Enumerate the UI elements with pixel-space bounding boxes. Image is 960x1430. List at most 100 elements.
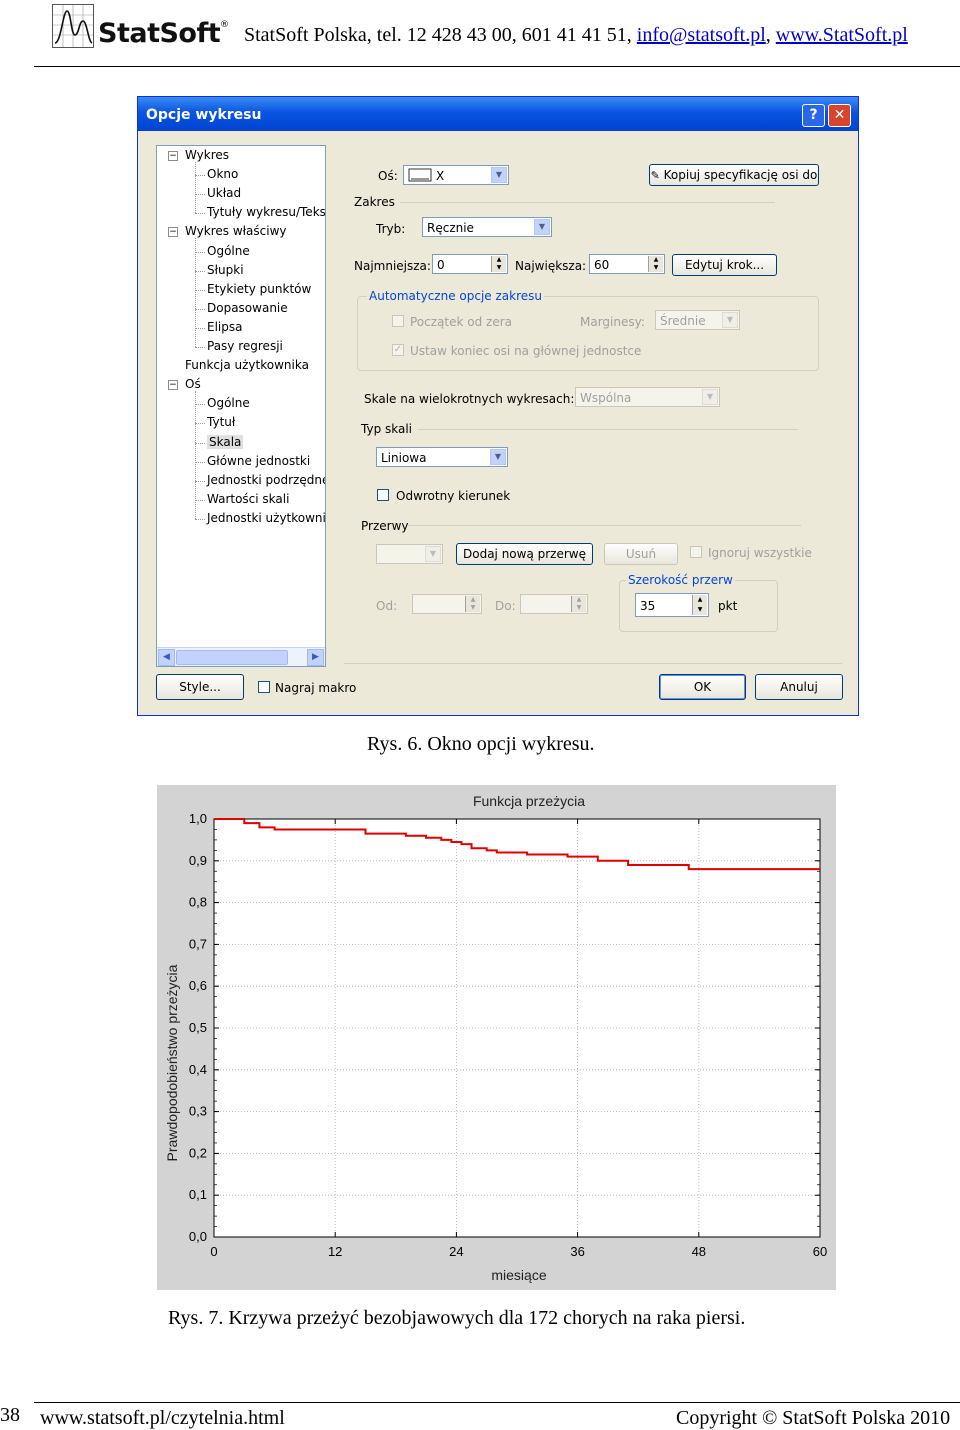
- tree-item[interactable]: Skala: [207, 434, 244, 449]
- mode-select[interactable]: Ręcznie ▼: [422, 217, 552, 237]
- tree-item[interactable]: Jednostki użytkownil: [207, 511, 325, 525]
- tree-connector: [195, 289, 205, 291]
- to-label: Do:: [495, 599, 516, 613]
- x-tick-label: 12: [328, 1244, 342, 1259]
- logo-registered-mark: ®: [220, 20, 229, 30]
- tree-connector: [195, 518, 205, 520]
- min-value: 0: [437, 258, 445, 272]
- min-input[interactable]: 0 ▲ ▼: [432, 254, 508, 274]
- y-tick-label: 0,1: [189, 1187, 207, 1202]
- tree-item[interactable]: Etykiety punktów: [207, 282, 311, 296]
- tree-item[interactable]: Ogólne: [207, 396, 250, 410]
- tree-item[interactable]: Okno: [207, 167, 238, 181]
- start-zero-checkbox[interactable]: [392, 315, 404, 327]
- break-width-value: 35: [640, 599, 656, 613]
- scroll-right-icon[interactable]: ▶: [307, 649, 324, 666]
- spinner-icon[interactable]: ▲ ▼: [571, 596, 586, 612]
- mode-label: Tryb:: [376, 222, 406, 236]
- start-zero-label: Początek od zera: [410, 315, 512, 329]
- scroll-left-icon[interactable]: ◀: [158, 649, 175, 666]
- ignore-all-checkbox[interactable]: [690, 546, 702, 558]
- tree-item[interactable]: Pasy regresji: [207, 339, 283, 353]
- collapse-icon[interactable]: −: [168, 227, 178, 238]
- tree-item[interactable]: Jednostki podrzędne: [207, 473, 325, 487]
- spinner-icon[interactable]: ▲ ▼: [648, 256, 663, 272]
- tree-item[interactable]: Funkcja użytkownika: [185, 358, 309, 372]
- tree-item[interactable]: Wykres właściwy: [185, 224, 287, 238]
- record-macro-label: Nagraj makro: [275, 681, 357, 695]
- auto-range-title: Automatyczne opcje zakresu: [367, 289, 545, 303]
- help-icon[interactable]: ?: [802, 104, 825, 127]
- break-width-title: Szerokość przerw: [626, 573, 735, 587]
- close-icon[interactable]: ✕: [828, 104, 851, 127]
- x-tick-label: 60: [813, 1244, 827, 1259]
- copy-axis-spec-button[interactable]: ✎ Kopiuj specyfikację osi do: [649, 164, 819, 186]
- reverse-checkbox[interactable]: [377, 489, 389, 501]
- tree-connector: [195, 442, 205, 444]
- range-divider: [400, 202, 775, 203]
- copyright: Copyright © StatSoft Polska 2010: [676, 1407, 951, 1429]
- breaks-divider: [408, 525, 801, 526]
- from-input[interactable]: ▲ ▼: [412, 594, 482, 614]
- tree-item[interactable]: Wartości skali: [207, 492, 289, 506]
- tree-item[interactable]: Układ: [207, 186, 241, 200]
- tree-connector: [195, 480, 205, 482]
- tree-item[interactable]: Słupki: [207, 263, 244, 277]
- delete-break-button[interactable]: Usuń: [604, 543, 678, 565]
- survival-chart: 0,0 0,1 0,2 0,3 0,4 0,5 0,6 0,7 0,8 0,9 1,0 0 12 24 36…: [157, 785, 836, 1290]
- cancel-button[interactable]: Anuluj: [755, 674, 843, 700]
- axis-label: Oś:: [378, 169, 398, 183]
- tree-horizontal-scrollbar[interactable]: ◀ ▶: [157, 647, 325, 666]
- axis-select[interactable]: X ▼: [403, 165, 509, 185]
- spinner-icon[interactable]: ▲ ▼: [491, 256, 506, 272]
- axis-icon: [408, 168, 432, 185]
- tree-connector: [195, 162, 196, 214]
- tree-connector: [195, 327, 205, 329]
- ignore-all-label: Ignoruj wszystkie: [708, 546, 812, 560]
- scale-type-select[interactable]: Liniowa ▼: [376, 447, 508, 467]
- reading-room-link[interactable]: www.statsoft.pl/czytelnia.html: [40, 1407, 285, 1430]
- y-tick-label: 0,6: [189, 978, 207, 993]
- header-separator: ,: [765, 24, 776, 46]
- axis-value: X: [436, 169, 445, 183]
- tree-item[interactable]: Wykres: [185, 148, 229, 162]
- website-link[interactable]: www.StatSoft.pl: [776, 24, 908, 46]
- tree-item[interactable]: Oś: [185, 377, 201, 391]
- email-link[interactable]: info@statsoft.pl: [637, 24, 766, 46]
- tree-connector: [195, 347, 205, 348]
- record-macro-checkbox[interactable]: [258, 681, 270, 693]
- tree-connector: [195, 404, 205, 406]
- tree-item[interactable]: Elipsa: [207, 320, 242, 334]
- tree-item[interactable]: Tytuł: [207, 415, 235, 429]
- y-tick-label: 0,4: [189, 1062, 207, 1077]
- chevron-down-icon: ▼: [491, 167, 507, 183]
- margins-select[interactable]: Średnie ▼: [655, 310, 740, 330]
- logo-chart-icon: [52, 4, 94, 48]
- multi-scale-select[interactable]: Wspólna ▼: [575, 387, 720, 407]
- chevron-down-icon: ▼: [534, 219, 550, 235]
- breaks-select[interactable]: ▼: [376, 544, 443, 564]
- tree-item[interactable]: Ogólne: [207, 244, 250, 258]
- break-width-input[interactable]: 35 ▲ ▼: [635, 593, 709, 617]
- copy-axis-spec-label: Kopiuj specyfikację osi do: [663, 168, 818, 182]
- set-end-checkbox[interactable]: ✓: [392, 344, 404, 356]
- add-break-button[interactable]: Dodaj nową przerwę: [456, 543, 593, 565]
- edit-step-button[interactable]: Edytuj krok...: [672, 254, 777, 276]
- header-contact-text: StatSoft Polska, tel. 12 428 43 00, 601 …: [244, 24, 637, 46]
- tree-item[interactable]: Główne jednostki: [207, 454, 310, 468]
- y-tick-label: 0,0: [189, 1229, 207, 1244]
- ok-button[interactable]: OK: [659, 674, 746, 700]
- to-input[interactable]: ▲ ▼: [520, 594, 588, 614]
- options-tree[interactable]: ◀ ▶ Wykres − Okno Układ Tytuły wykresu/Teks W…: [156, 145, 326, 667]
- max-label: Największa:: [515, 259, 587, 273]
- spinner-icon[interactable]: ▲ ▼: [465, 596, 480, 612]
- style-button[interactable]: Style...: [156, 674, 244, 700]
- max-input[interactable]: 60 ▲ ▼: [589, 254, 665, 274]
- collapse-icon[interactable]: −: [168, 380, 178, 391]
- tree-item[interactable]: Tytuły wykresu/Teks: [207, 205, 325, 219]
- spinner-icon[interactable]: ▲ ▼: [692, 595, 707, 615]
- tree-connector: [195, 308, 205, 310]
- collapse-icon[interactable]: −: [168, 151, 178, 161]
- tree-item[interactable]: Dopasowanie: [207, 301, 288, 315]
- scroll-thumb[interactable]: [176, 650, 288, 665]
